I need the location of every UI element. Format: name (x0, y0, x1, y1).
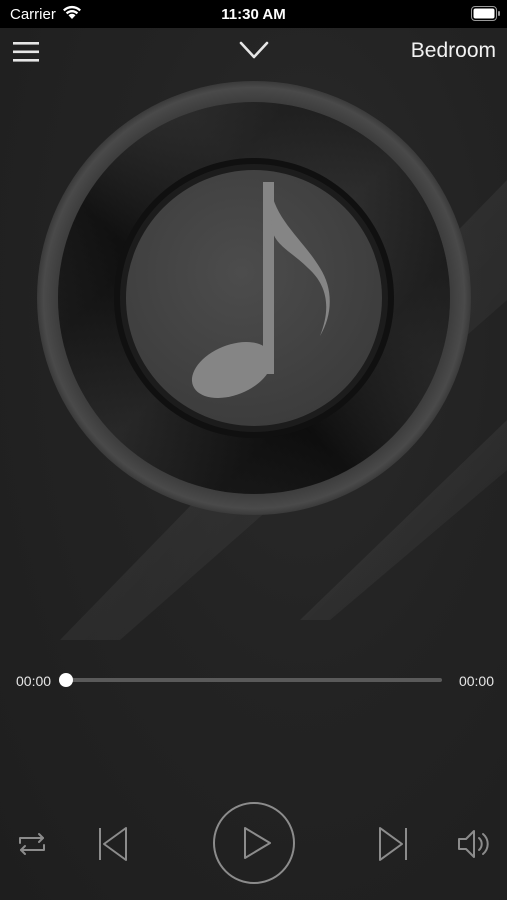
progress-track[interactable] (66, 678, 442, 682)
volume-icon[interactable] (456, 826, 494, 862)
chevron-down-icon[interactable] (236, 36, 272, 64)
status-bar: Carrier 11:30 AM (0, 0, 507, 28)
room-name-button[interactable]: Bedroom (411, 39, 496, 63)
skip-next-icon[interactable] (375, 824, 411, 864)
hamburger-menu-icon[interactable] (8, 36, 44, 68)
progress-thumb[interactable] (59, 673, 73, 687)
skip-previous-icon[interactable] (95, 824, 131, 864)
play-button[interactable] (211, 800, 297, 886)
play-icon (244, 827, 271, 859)
battery-icon (471, 6, 500, 21)
elapsed-time-label: 00:00 (16, 673, 52, 689)
total-time-label: 00:00 (458, 673, 494, 689)
now-playing-screen: Carrier 11:30 AM Bedroom 00:00 00:00 (0, 0, 507, 900)
repeat-icon[interactable] (14, 826, 50, 862)
album-artwork-disc (37, 81, 471, 515)
clock-label: 11:30 AM (221, 6, 286, 23)
